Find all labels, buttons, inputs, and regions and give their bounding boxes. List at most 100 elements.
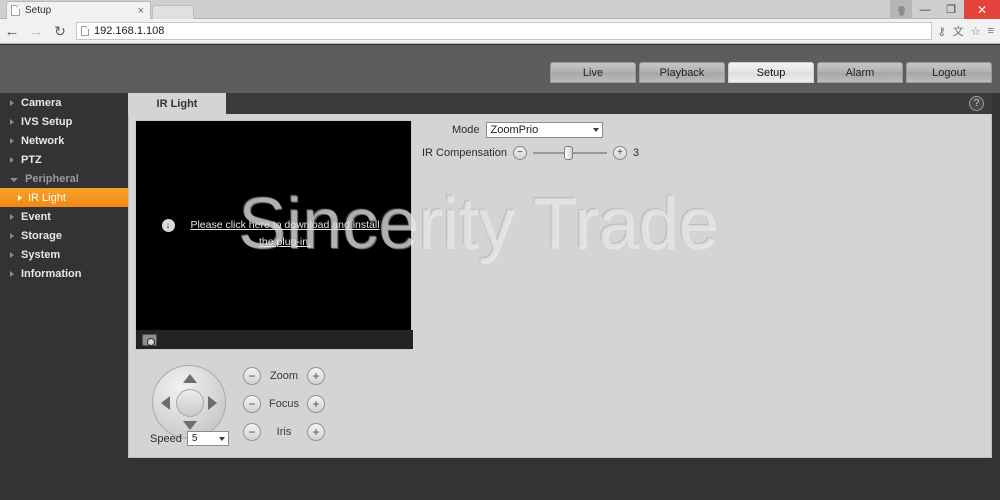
address-bar-url: 192.168.1.108 bbox=[94, 25, 165, 37]
reload-icon[interactable]: ↻ bbox=[48, 23, 72, 40]
browser-tab[interactable]: Setup × bbox=[6, 1, 151, 19]
video-preview[interactable]: ↓ Please click here to download and inst… bbox=[135, 120, 413, 350]
plugin-install-link[interactable]: Please click here to download and instal… bbox=[183, 217, 388, 251]
ptz-direction-pad[interactable] bbox=[152, 365, 226, 439]
sidebar-item-label: IR Light bbox=[28, 191, 66, 204]
nav-tab-logout[interactable]: Logout bbox=[906, 62, 992, 83]
sidebar-item-system[interactable]: System bbox=[0, 245, 128, 264]
sidebar-item-label: Peripheral bbox=[25, 172, 79, 185]
plugin-install-prompt[interactable]: ↓ Please click here to download and inst… bbox=[136, 217, 413, 251]
arrow-left-icon[interactable] bbox=[161, 396, 170, 410]
sidebar-item-label: Storage bbox=[21, 229, 62, 242]
window-controls: — ❐ ✕ bbox=[890, 0, 1000, 19]
mode-select-value: ZoomPrio bbox=[490, 124, 539, 136]
ir-compensation-increase-button[interactable]: + bbox=[613, 146, 627, 160]
iris-increase-button[interactable]: + bbox=[307, 423, 325, 441]
sidebar-item-label: Event bbox=[21, 210, 51, 223]
mode-select[interactable]: ZoomPrio bbox=[485, 122, 603, 138]
focus-control-row: − Focus + bbox=[243, 390, 325, 418]
chevron-down-icon bbox=[218, 436, 225, 441]
translate-icon[interactable]: 文 bbox=[953, 23, 964, 39]
speed-select-value: 5 bbox=[191, 433, 198, 444]
focus-decrease-button[interactable]: − bbox=[243, 395, 261, 413]
nav-tab-setup[interactable]: Setup bbox=[728, 62, 814, 83]
address-bar[interactable]: 192.168.1.108 bbox=[76, 22, 932, 40]
sidebar: Camera IVS Setup Network PTZ Peripheral … bbox=[0, 93, 128, 500]
sidebar-item-label: Network bbox=[21, 134, 65, 147]
browser-tab-title: Setup bbox=[25, 5, 52, 16]
chevron-right-icon bbox=[10, 251, 14, 258]
arrow-down-icon[interactable] bbox=[183, 421, 197, 430]
sidebar-item-label: System bbox=[21, 248, 61, 261]
chevron-right-icon bbox=[10, 118, 14, 125]
new-tab-button[interactable] bbox=[152, 5, 194, 19]
close-tab-icon[interactable]: × bbox=[136, 5, 146, 16]
zoom-in-button[interactable]: + bbox=[307, 367, 325, 385]
maximize-window-button[interactable]: ❐ bbox=[938, 0, 964, 19]
ir-compensation-slider[interactable] bbox=[533, 146, 607, 160]
sidebar-item-event[interactable]: Event bbox=[0, 207, 128, 226]
sidebar-item-storage[interactable]: Storage bbox=[0, 226, 128, 245]
focus-increase-button[interactable]: + bbox=[307, 395, 325, 413]
arrow-up-icon[interactable] bbox=[183, 374, 197, 383]
content-tab-bar: IR Light ? bbox=[128, 93, 992, 114]
ir-compensation-row: IR Compensation − + 3 bbox=[422, 146, 639, 160]
sidebar-item-label: PTZ bbox=[21, 153, 42, 166]
lens-controls: − Zoom + − Focus + − Iris + bbox=[243, 362, 325, 446]
iris-decrease-button[interactable]: − bbox=[243, 423, 261, 441]
sidebar-item-label: Camera bbox=[21, 96, 62, 109]
browser-menu-icon[interactable]: ≡ bbox=[988, 25, 994, 37]
tab-ir-light[interactable]: IR Light bbox=[128, 93, 226, 114]
sidebar-item-ptz[interactable]: PTZ bbox=[0, 150, 128, 169]
chevron-right-icon bbox=[10, 99, 14, 106]
focus-label: Focus bbox=[269, 398, 299, 410]
nav-tab-alarm[interactable]: Alarm bbox=[817, 62, 903, 83]
chevron-down-icon bbox=[592, 128, 599, 132]
sidebar-item-information[interactable]: Information bbox=[0, 264, 128, 283]
sidebar-item-ir-light[interactable]: IR Light bbox=[0, 188, 128, 207]
ptz-speed-row: Speed 5 bbox=[150, 431, 229, 446]
ptz-center-button[interactable] bbox=[176, 389, 204, 417]
chevron-right-icon bbox=[10, 232, 14, 239]
sidebar-item-camera[interactable]: Camera bbox=[0, 93, 128, 112]
sidebar-item-label: IVS Setup bbox=[21, 115, 73, 128]
help-icon[interactable]: ? bbox=[969, 96, 984, 111]
zoom-out-button[interactable]: − bbox=[243, 367, 261, 385]
sidebar-item-network[interactable]: Network bbox=[0, 131, 128, 150]
ir-compensation-value: 3 bbox=[633, 147, 640, 159]
page-info-icon bbox=[81, 26, 89, 36]
sidebar-item-peripheral[interactable]: Peripheral bbox=[0, 169, 128, 188]
arrow-right-icon[interactable] bbox=[208, 396, 217, 410]
chevron-right-icon bbox=[10, 137, 14, 144]
page-favicon-icon bbox=[11, 5, 20, 16]
forward-icon[interactable]: → bbox=[24, 23, 48, 40]
user-avatar-icon[interactable] bbox=[890, 0, 912, 19]
sidebar-item-ivs-setup[interactable]: IVS Setup bbox=[0, 112, 128, 131]
mode-setting-row: Mode ZoomPrio bbox=[452, 122, 603, 138]
speed-select[interactable]: 5 bbox=[186, 431, 229, 446]
zoom-control-row: − Zoom + bbox=[243, 362, 325, 390]
chevron-right-icon bbox=[10, 270, 14, 277]
nav-tab-playback[interactable]: Playback bbox=[639, 62, 725, 83]
speed-label: Speed bbox=[150, 432, 182, 445]
snapshot-icon[interactable] bbox=[142, 333, 157, 346]
top-navigation: Live Playback Setup Alarm Logout bbox=[550, 62, 992, 83]
browser-tab-strip: Setup × — ❐ ✕ bbox=[0, 0, 1000, 19]
close-window-button[interactable]: ✕ bbox=[964, 0, 1000, 19]
bookmark-star-icon[interactable]: ☆ bbox=[971, 25, 981, 38]
iris-label: Iris bbox=[276, 426, 292, 438]
chevron-right-icon bbox=[18, 194, 22, 201]
minimize-window-button[interactable]: — bbox=[912, 0, 938, 19]
nav-tab-live[interactable]: Live bbox=[550, 62, 636, 83]
slider-thumb[interactable] bbox=[564, 146, 573, 160]
screen: Setup × — ❐ ✕ ← → ↻ 192.168.1.108 ⚷ 文 ☆ … bbox=[0, 0, 1000, 500]
sidebar-item-label: Information bbox=[21, 267, 82, 280]
key-icon[interactable]: ⚷ bbox=[938, 25, 946, 38]
video-toolbar bbox=[136, 330, 413, 349]
chevron-down-icon bbox=[10, 177, 18, 182]
ir-compensation-decrease-button[interactable]: − bbox=[513, 146, 527, 160]
chevron-right-icon bbox=[10, 156, 14, 163]
ir-compensation-label: IR Compensation bbox=[422, 147, 507, 159]
back-icon[interactable]: ← bbox=[0, 23, 24, 40]
zoom-label: Zoom bbox=[269, 370, 299, 382]
